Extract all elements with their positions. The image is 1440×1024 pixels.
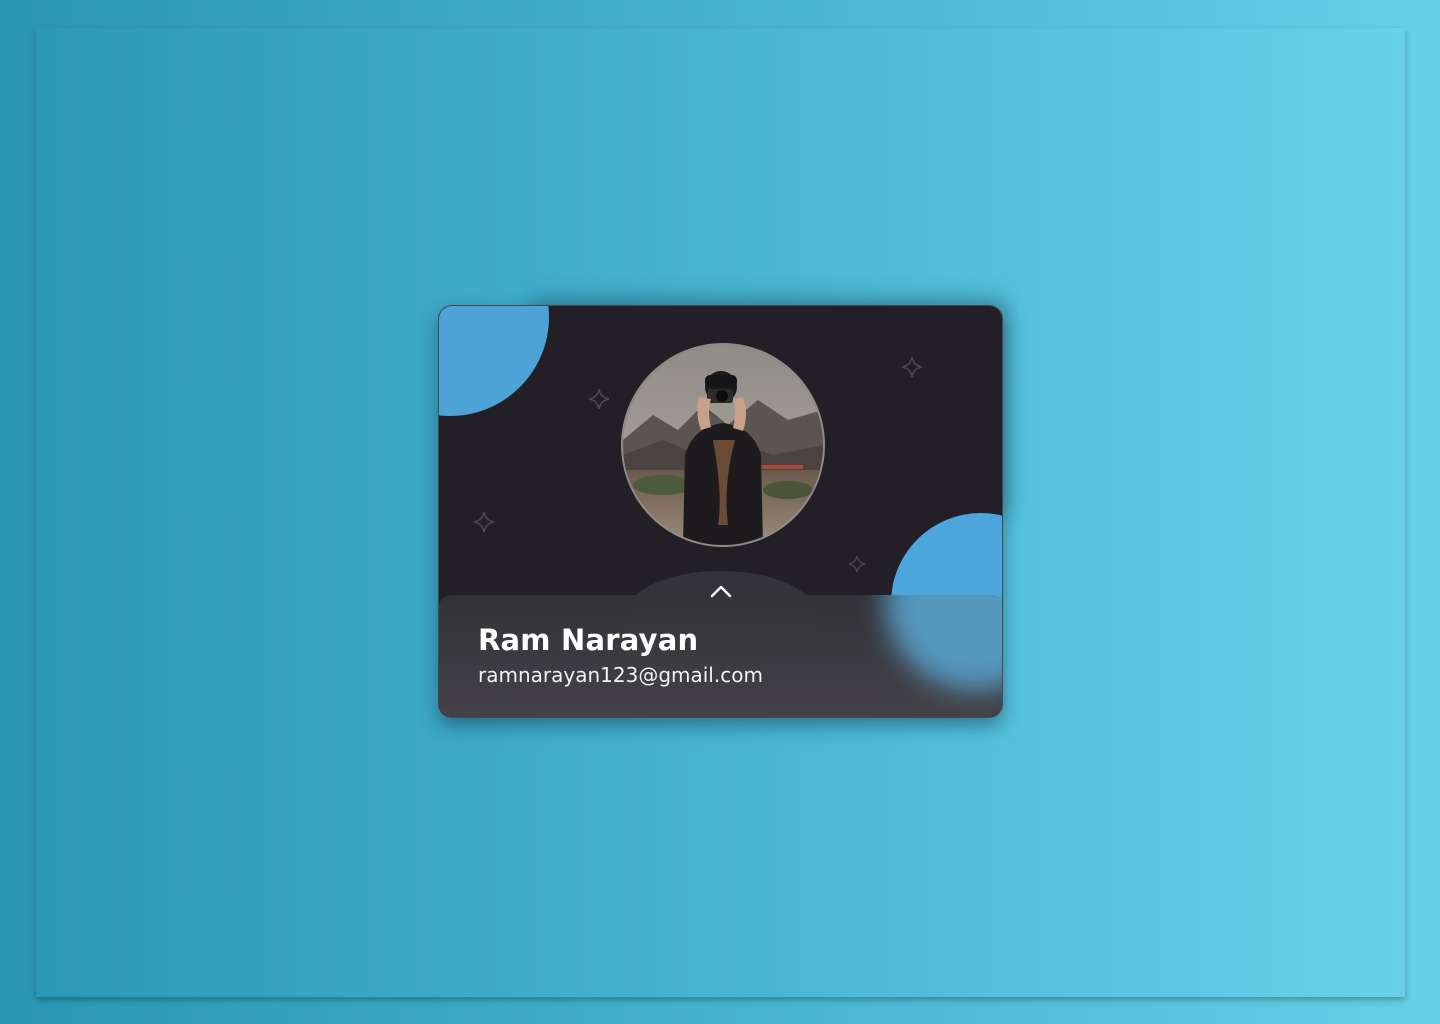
avatar-photo [623,345,823,545]
profile-info-panel: Ram Narayan ramnarayan123@gmail.com [439,595,1002,717]
avatar[interactable] [621,343,825,547]
panel-glow [885,595,1002,690]
profile-card-wrapper: Ram Narayan ramnarayan123@gmail.com [438,297,1008,718]
sparkle-icon [588,388,610,410]
chevron-up-icon[interactable] [709,582,733,600]
sparkle-icon [848,555,866,573]
sparkle-icon [901,356,923,378]
profile-email: ramnarayan123@gmail.com [478,663,763,687]
profile-name: Ram Narayan [478,623,699,657]
sparkle-icon [473,511,495,533]
profile-card[interactable]: Ram Narayan ramnarayan123@gmail.com [438,305,1003,718]
decor-circle-top-left [439,306,549,416]
